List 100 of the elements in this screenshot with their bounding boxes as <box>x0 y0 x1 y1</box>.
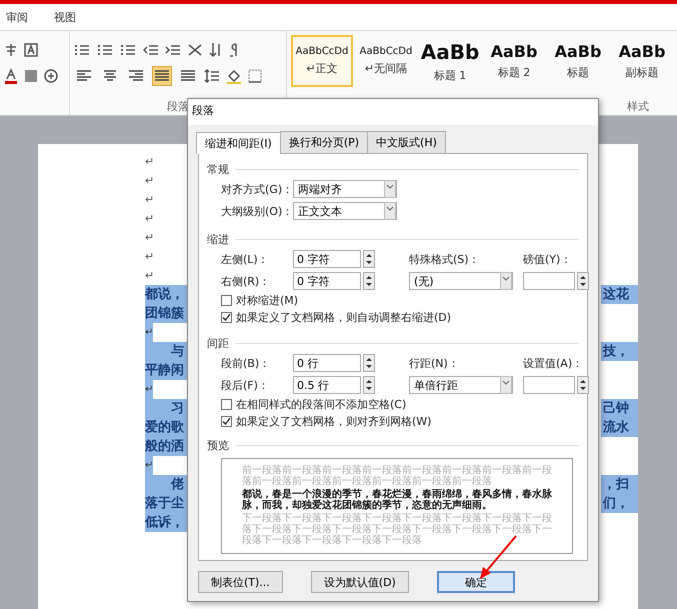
document-text: 佬 <box>145 475 187 494</box>
shading-icon[interactable] <box>24 69 38 83</box>
spin-button[interactable] <box>363 354 375 372</box>
tab[interactable]: 换行和分页(P) <box>280 131 368 153</box>
spin-button[interactable] <box>363 376 375 394</box>
style-item[interactable]: AaBbCcDd ↵正文 <box>291 35 353 87</box>
section-heading: 缩进 <box>207 232 229 246</box>
spinner-field[interactable]: 0 字符 <box>293 272 361 290</box>
paint-bucket-icon[interactable] <box>226 68 242 84</box>
style-item[interactable]: AaBb 标题 <box>547 35 609 87</box>
border-icon[interactable] <box>248 69 262 83</box>
document-text: ，扫 <box>601 475 638 494</box>
checkbox-label[interactable]: 如果定义了文档网格，则对齐到网格(W) <box>236 414 432 429</box>
field-label: 右侧(R)： <box>221 274 270 288</box>
spin-button[interactable] <box>363 272 375 290</box>
document-text: 这花 <box>601 285 638 304</box>
sort-icon[interactable] <box>208 42 223 58</box>
checkbox-label[interactable]: 对称缩进(M) <box>236 293 298 308</box>
document-text: 习 <box>145 399 187 418</box>
section-heading: 预览 <box>207 438 229 454</box>
paragraph-mark: ↵ <box>145 456 153 475</box>
document-text: 技， <box>601 342 638 361</box>
paragraph-mark: ↵ <box>145 231 154 244</box>
paragraph-mark: ↵ <box>145 155 154 168</box>
checkbox[interactable] <box>221 399 232 410</box>
paragraph-mark: ↵ <box>145 212 154 225</box>
field-label: 磅值(Y)： <box>523 252 572 266</box>
caret-icon <box>500 376 512 394</box>
document-text: 与 <box>145 342 187 361</box>
preview-text: 下一段落下一段落下一段落下一段落下一段落下一段落下一段落下一段落下一段落下一段落下一段落下一段落下一段落下一段落下一段落下一段落下一段落下一段落下一段落下一段落 <box>242 512 552 546</box>
document-text: 流水 <box>601 418 638 437</box>
menu-tab[interactable]: 视图 <box>52 8 78 26</box>
increase-indent-icon[interactable] <box>164 43 181 57</box>
paragraph-mark: ↵ <box>145 174 154 187</box>
caret-icon <box>384 202 396 220</box>
group-label: 样式 <box>627 100 649 113</box>
spinner-field[interactable]: 0 行 <box>293 354 361 372</box>
align-button[interactable] <box>152 66 172 86</box>
document-text: 团锦簇 <box>145 304 187 323</box>
document-text: 低诉， <box>145 513 187 532</box>
field-label: 段前(B)： <box>221 356 270 370</box>
checkbox-label[interactable]: 如果定义了文档网格，则自动调整右缩进(D) <box>236 310 452 325</box>
spinner-field[interactable] <box>523 376 575 394</box>
document-text: 平静闲 <box>145 361 187 380</box>
caret-icon <box>384 180 396 198</box>
field-label: 行距(N)： <box>409 356 459 370</box>
paragraph-mark: ↵ <box>145 269 154 282</box>
spinner-field[interactable] <box>523 272 575 290</box>
field-label: 设置值(A)： <box>523 356 584 370</box>
section-heading: 间距 <box>207 336 229 350</box>
paragraph-mark: ↵ <box>145 193 154 206</box>
checkbox-label[interactable]: 在相同样式的段落间不添加空格(C) <box>236 397 406 412</box>
spinner-field[interactable]: 0.5 行 <box>293 376 361 394</box>
section-heading: 常规 <box>207 162 229 176</box>
tab[interactable]: 中文版式(H) <box>367 131 446 153</box>
tab[interactable]: 缩进和间距(I) <box>196 132 281 154</box>
document-text: 们， <box>601 494 638 513</box>
dialog-button[interactable]: 设为默认值(D) <box>310 571 409 593</box>
document-text: 落于尘 <box>145 494 187 513</box>
style-item[interactable]: AaBb 标题 1 <box>419 35 481 87</box>
field-label: 段后(F)： <box>221 378 269 392</box>
dropdown[interactable]: 单倍行距 <box>409 376 513 394</box>
dialog-title: 段落 <box>192 104 214 117</box>
paragraph-mark-icon[interactable] <box>228 43 239 57</box>
menu-tab[interactable]: 审阅 <box>4 8 30 26</box>
style-item[interactable]: AaBb 副标题 <box>611 35 673 87</box>
field-label: 左侧(L)： <box>221 252 269 266</box>
checkbox[interactable] <box>221 416 232 427</box>
document-text: 爱的歌 <box>145 418 187 437</box>
checkbox[interactable] <box>221 312 232 323</box>
checkbox[interactable] <box>221 295 232 306</box>
spin-button[interactable] <box>363 250 375 268</box>
bullet-list-icon[interactable] <box>74 43 91 57</box>
field-label: 大纲级别(O)： <box>221 204 294 218</box>
spin-button[interactable] <box>577 376 589 394</box>
group-label: 段落 <box>166 100 189 113</box>
preview-text: 前一段落前一段落前一段落前一段落前一段落前一段落前一段落前一段落前一段落前一段落前一段落前一段落前一段落前一段落 <box>242 464 552 487</box>
field-label: 特殊格式(S)： <box>409 252 480 266</box>
dropdown[interactable]: 两端对齐 <box>293 180 397 198</box>
document-text: 般的洒 <box>145 437 187 456</box>
paragraph-mark: ↵ <box>145 323 153 342</box>
style-item[interactable]: AaBbCcDd ↵无间隔 <box>355 35 417 87</box>
ok-button[interactable]: 确定 <box>436 571 515 593</box>
paragraph-mark: ↵ <box>145 380 153 399</box>
document-text: 都说， <box>145 285 187 304</box>
dropdown[interactable]: (无) <box>409 272 513 290</box>
font-color-icon[interactable] <box>4 68 18 84</box>
field-label: 对齐方式(G)： <box>221 182 294 196</box>
character-border-icon[interactable] <box>24 43 38 57</box>
dropdown[interactable]: 正文文本 <box>293 202 397 220</box>
decrease-indent-icon[interactable] <box>142 43 159 57</box>
spinner-field[interactable]: 0 字符 <box>293 250 361 268</box>
caret-icon <box>500 272 512 290</box>
paragraph-mark: ↵ <box>145 250 154 263</box>
style-item[interactable]: AaBb 标题 2 <box>483 35 545 87</box>
document-text: 己钟 <box>601 399 638 418</box>
preview-text: 都说，春是一个浪漫的季节，春花烂漫，春雨绵绵，春风多情，春水脉脉，而我，却独爱这花团锦簇的季节，恣意的无声细雨。 <box>242 488 552 511</box>
line-spacing-icon[interactable] <box>204 69 220 83</box>
spin-button[interactable] <box>577 272 589 290</box>
dialog-button[interactable]: 制表位(T)... <box>198 571 283 593</box>
